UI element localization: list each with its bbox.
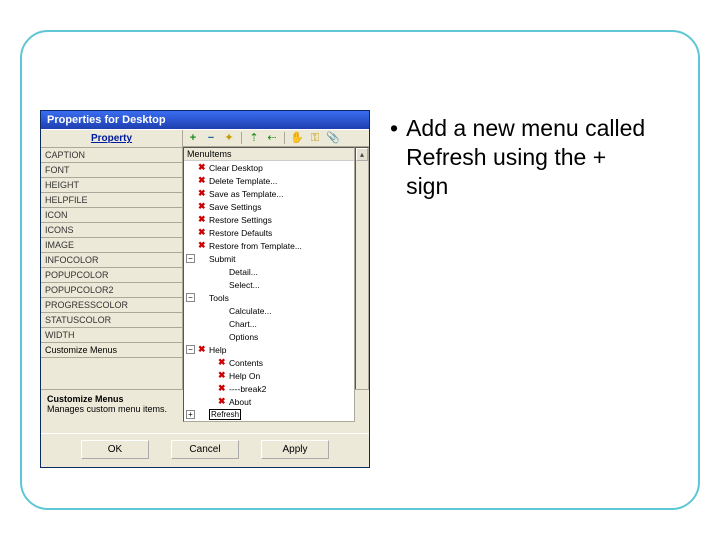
prop-popupcolor2[interactable]: POPUPCOLOR2 <box>41 283 182 298</box>
ok-button[interactable]: OK <box>81 440 149 459</box>
prop-customize-menus[interactable]: Customize Menus <box>41 343 182 358</box>
tree-group-tools: −Tools <box>186 291 354 304</box>
tree-item: ✖Clear Desktop <box>186 161 354 174</box>
content-row: Properties for Desktop Property CAPTION … <box>22 32 698 486</box>
key-icon[interactable]: ⚿ <box>309 132 321 144</box>
prop-image[interactable]: IMAGE <box>41 238 182 253</box>
dialog-button-bar: OK Cancel Apply <box>41 433 369 467</box>
apply-button[interactable]: Apply <box>261 440 329 459</box>
tree-item: Chart... <box>206 317 354 330</box>
dialog-titlebar[interactable]: Properties for Desktop <box>41 111 369 129</box>
tree-item: ✖Delete Template... <box>186 174 354 187</box>
prop-icons[interactable]: ICONS <box>41 223 182 238</box>
tree-item: ✖Restore from Template... <box>186 239 354 252</box>
prop-helpfile[interactable]: HELPFILE <box>41 193 182 208</box>
prop-progresscolor[interactable]: PROGRESSCOLOR <box>41 298 182 313</box>
remove-icon[interactable]: − <box>205 132 217 144</box>
move-up-icon[interactable]: ⇡ <box>248 132 260 144</box>
bullet-icon: • <box>390 114 398 200</box>
property-list-pane: Property CAPTION FONT HEIGHT HELPFILE IC… <box>41 130 183 389</box>
prop-spacer <box>41 358 182 389</box>
prop-font[interactable]: FONT <box>41 163 182 178</box>
slide-frame: Properties for Desktop Property CAPTION … <box>20 30 700 510</box>
tree-item: ✖Restore Defaults <box>186 226 354 239</box>
hand-icon[interactable]: ✋ <box>291 132 303 144</box>
expand-icon[interactable]: − <box>186 345 195 354</box>
tree-header: MenuItems <box>184 148 354 161</box>
tree-item: Calculate... <box>206 304 354 317</box>
toolbar-separator <box>284 132 285 144</box>
tree-item: ✖Contents <box>206 356 354 369</box>
menu-toolbar: + − ✦ ⇡ ⇠ ✋ ⚿ 📎 <box>183 130 369 147</box>
tree-item: ✖----break2 <box>206 382 354 395</box>
menu-tree[interactable]: MenuItems ✖Clear Desktop ✖Delete Templat… <box>183 147 355 422</box>
clip-icon[interactable]: 📎 <box>327 132 339 144</box>
tree-item-refresh: +Refresh <box>186 408 354 421</box>
tree-item: Detail... <box>206 265 354 278</box>
add-icon[interactable]: + <box>187 132 199 144</box>
tree-wrap: MenuItems ✖Clear Desktop ✖Delete Templat… <box>183 147 369 422</box>
expand-icon[interactable]: + <box>186 410 195 419</box>
tree-item: ✖About <box>206 395 354 408</box>
tree-item: ✖Save as Template... <box>186 187 354 200</box>
toolbar-separator <box>241 132 242 144</box>
properties-dialog: Properties for Desktop Property CAPTION … <box>40 110 370 468</box>
dialog-title: Properties for Desktop <box>47 114 166 126</box>
prop-popupcolor[interactable]: POPUPCOLOR <box>41 268 182 283</box>
instruction-text: • Add a new menu called Refresh using th… <box>390 110 650 200</box>
prop-caption[interactable]: CAPTION <box>41 148 182 163</box>
expand-icon[interactable]: − <box>186 254 195 263</box>
cancel-button[interactable]: Cancel <box>171 440 239 459</box>
menu-editor-pane: + − ✦ ⇡ ⇠ ✋ ⚿ 📎 MenuItems <box>183 130 369 389</box>
move-left-icon[interactable]: ⇠ <box>266 132 278 144</box>
prop-width[interactable]: WIDTH <box>41 328 182 343</box>
expand-icon[interactable]: − <box>186 293 195 302</box>
tree-item: ✖Help On <box>206 369 354 382</box>
tree-group-submit: −Submit <box>186 252 354 265</box>
dialog-body: Property CAPTION FONT HEIGHT HELPFILE IC… <box>41 129 369 389</box>
property-header-link[interactable]: Property <box>41 130 182 148</box>
tree-group-help: −✖Help <box>186 343 354 356</box>
tree-item: Options <box>206 330 354 343</box>
wizard-icon[interactable]: ✦ <box>223 132 235 144</box>
instruction-content: Add a new menu called Refresh using the … <box>406 114 650 200</box>
vertical-scrollbar[interactable]: ▴ ▾ <box>355 147 369 422</box>
tree-item: ✖Restore Settings <box>186 213 354 226</box>
tree-item: ✖Save Settings <box>186 200 354 213</box>
prop-height[interactable]: HEIGHT <box>41 178 182 193</box>
scroll-up-icon[interactable]: ▴ <box>356 148 368 161</box>
prop-statuscolor[interactable]: STATUSCOLOR <box>41 313 182 328</box>
tree-item: Select... <box>206 278 354 291</box>
prop-infocolor[interactable]: INFOCOLOR <box>41 253 182 268</box>
prop-icon[interactable]: ICON <box>41 208 182 223</box>
